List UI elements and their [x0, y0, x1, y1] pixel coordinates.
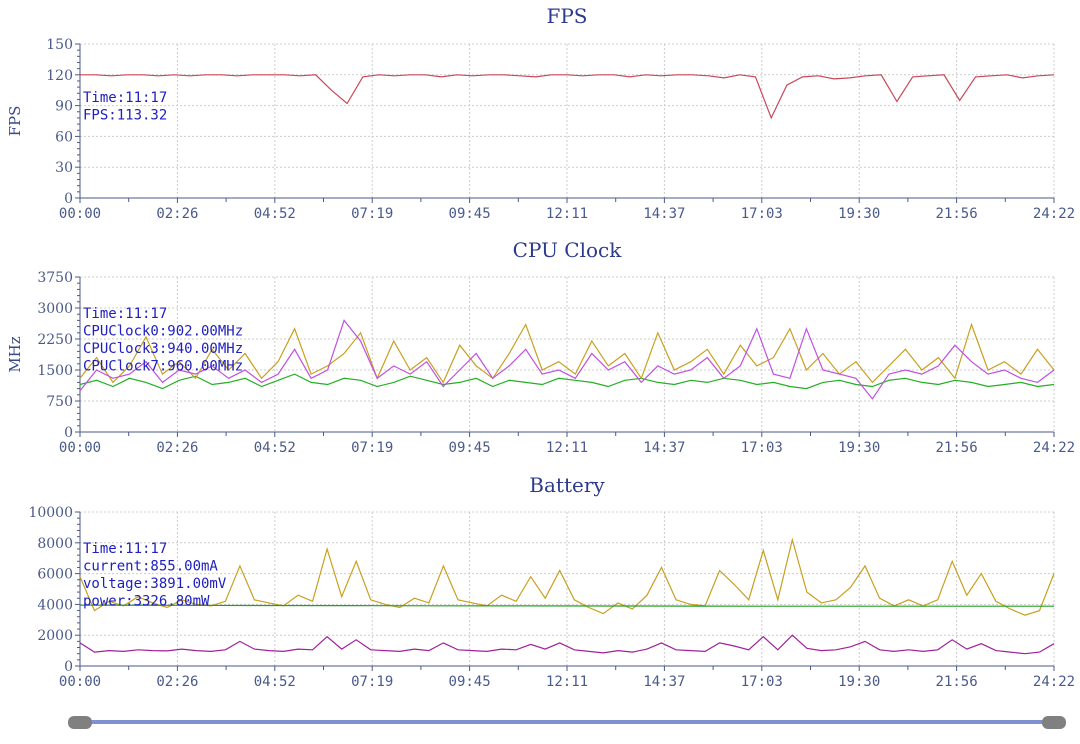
tooltip-line: CPUClock0:902.00MHz — [83, 324, 243, 340]
y-tick-label: 150 — [46, 37, 73, 53]
y-tick-label: 1500 — [37, 363, 73, 379]
x-tick-label: 21:56 — [936, 440, 978, 456]
y-tick-label: 750 — [46, 394, 73, 410]
x-tick-label: 09:45 — [449, 674, 491, 690]
x-tick-label: 09:45 — [449, 440, 491, 456]
y-tick-label: 10000 — [28, 505, 73, 521]
x-tick-label: 04:52 — [254, 440, 296, 456]
x-tick-label: 21:56 — [936, 206, 978, 222]
x-tick-label: 14:37 — [643, 440, 685, 456]
chart-2: Battery 0 2000 4000 6000 8000 10000 00:00 02:26 0… — [28, 473, 1075, 690]
chart-1: CPU Clock MHz 0 750 1500 2250 3000 3750 00:00 02:… — [6, 238, 1075, 456]
x-tick-label: 04:52 — [254, 206, 296, 222]
x-tick-label: 00:00 — [59, 206, 101, 222]
x-tick-label: 12:11 — [546, 440, 588, 456]
x-tick-label: 19:30 — [838, 674, 880, 690]
x-tick-label: 07:19 — [351, 674, 393, 690]
x-tick-label: 14:37 — [643, 674, 685, 690]
time-range-scrollbar[interactable] — [68, 716, 1066, 729]
x-tick-label: 24:22 — [1033, 206, 1075, 222]
x-tick-label: 07:19 — [351, 206, 393, 222]
y-tick-label: 4000 — [37, 597, 73, 613]
series-line-voltage — [79, 604, 1054, 607]
performance-charts: FPS FPS 0 30 60 90 120 150 00:00 02:26 04:52 07:19 0… — [6, 4, 1075, 729]
y-axis-label: MHz — [6, 336, 24, 372]
x-tick-label: 07:19 — [351, 440, 393, 456]
y-tick-label: 8000 — [37, 536, 73, 552]
chart-title: FPS — [546, 4, 587, 28]
y-tick-label: 0 — [64, 425, 73, 441]
x-tick-label: 19:30 — [838, 206, 880, 222]
y-tick-label: 2250 — [37, 332, 73, 348]
x-tick-label: 02:26 — [156, 674, 198, 690]
y-tick-label: 30 — [55, 160, 73, 176]
y-tick-label: 120 — [46, 68, 73, 84]
x-tick-label: 24:22 — [1033, 440, 1075, 456]
x-tick-label: 00:00 — [59, 674, 101, 690]
y-tick-label: 90 — [55, 99, 73, 115]
tooltip-line: Time:11:17 — [83, 541, 167, 557]
y-tick-label: 6000 — [37, 567, 73, 583]
x-tick-label: 14:37 — [643, 206, 685, 222]
tooltip-line: voltage:3891.00mV — [83, 576, 227, 592]
y-tick-label: 60 — [55, 129, 73, 145]
x-tick-label: 12:11 — [546, 674, 588, 690]
y-tick-label: 3000 — [37, 301, 73, 317]
tooltip-line: power:3326.80mW — [83, 594, 210, 610]
tooltip-line: CPUClock3:940.00MHz — [83, 341, 243, 357]
x-tick-label: 24:22 — [1033, 674, 1075, 690]
scrollbar-left-handle[interactable] — [68, 716, 92, 729]
x-tick-label: 17:03 — [741, 440, 783, 456]
x-tick-label: 17:03 — [741, 206, 783, 222]
tooltip-line: CPUClock7:960.00MHz — [83, 359, 243, 375]
scrollbar-right-handle[interactable] — [1042, 716, 1066, 729]
y-tick-label: 2000 — [37, 628, 73, 644]
tooltip-line: Time:11:17 — [83, 306, 167, 322]
tooltip-line: FPS:113.32 — [83, 108, 167, 124]
x-tick-label: 02:26 — [156, 206, 198, 222]
x-tick-label: 02:26 — [156, 440, 198, 456]
chart-title: Battery — [529, 473, 605, 497]
chart-0: FPS FPS 0 30 60 90 120 150 00:00 02:26 04:52 07:19 0… — [6, 4, 1075, 222]
y-tick-label: 3750 — [37, 270, 73, 286]
x-tick-label: 12:11 — [546, 206, 588, 222]
tooltip-line: current:855.00mA — [83, 559, 218, 575]
y-tick-label: 0 — [64, 659, 73, 675]
x-tick-label: 21:56 — [936, 674, 978, 690]
y-axis-label: FPS — [6, 106, 24, 137]
x-tick-label: 04:52 — [254, 674, 296, 690]
x-tick-label: 00:00 — [59, 440, 101, 456]
x-tick-label: 17:03 — [741, 674, 783, 690]
x-tick-label: 19:30 — [838, 440, 880, 456]
y-tick-label: 0 — [64, 191, 73, 207]
chart-title: CPU Clock — [513, 238, 623, 262]
x-tick-label: 09:45 — [449, 206, 491, 222]
tooltip-line: Time:11:17 — [83, 90, 167, 106]
